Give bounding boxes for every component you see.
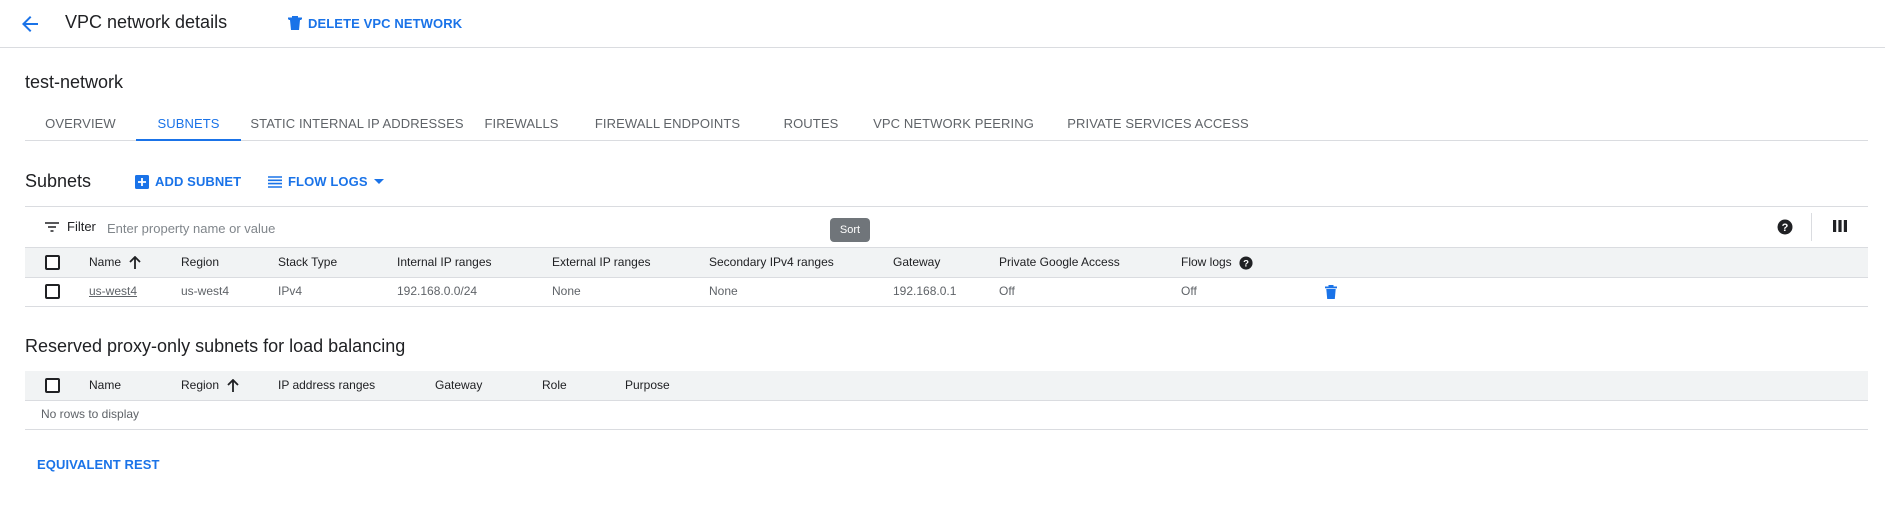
tab-overview[interactable]: OVERVIEW	[25, 108, 136, 141]
add-subnet-label: ADD SUBNET	[155, 174, 242, 189]
subnet-name-link[interactable]: us-west4	[89, 277, 137, 306]
subnet-gateway: 192.168.0.1	[893, 284, 957, 298]
subnet-region: us-west4	[181, 284, 230, 298]
subnet-secondary-ipv4: None	[709, 284, 738, 298]
col-flow-logs-label: Flow logs	[1181, 255, 1232, 269]
col-name-label: Name	[89, 255, 122, 269]
col-gateway-header[interactable]: Gateway	[893, 248, 940, 277]
sort-tooltip: Sort	[830, 218, 870, 242]
col-region-label: Region	[181, 378, 220, 392]
filter-icon	[45, 221, 59, 232]
equivalent-rest-button[interactable]: EQUIVALENT REST	[37, 457, 160, 472]
trash-icon	[288, 15, 302, 31]
tab-private-services-access[interactable]: PRIVATE SERVICES ACCESS	[1050, 108, 1266, 141]
col-name-header[interactable]: Name	[89, 371, 121, 400]
col-region-header[interactable]: Region	[181, 248, 219, 277]
top-header	[0, 0, 1885, 48]
select-all-checkbox[interactable]	[45, 255, 60, 270]
col-role-header[interactable]: Role	[542, 371, 567, 400]
col-region-header[interactable]: Region	[181, 371, 239, 400]
col-name-header[interactable]: Name	[89, 248, 141, 277]
filter-label: Filter	[67, 219, 96, 234]
add-box-icon	[135, 174, 149, 189]
col-private-google-access-header[interactable]: Private Google Access	[999, 248, 1120, 277]
tab-firewall-endpoints[interactable]: FIREWALL ENDPOINTS	[570, 108, 765, 141]
no-rows-message: No rows to display	[41, 407, 140, 421]
help-icon[interactable]: ?	[1239, 255, 1253, 270]
toolbar-divider	[1811, 213, 1812, 241]
tab-subnets[interactable]: SUBNETS	[136, 108, 241, 141]
col-stack-type-header[interactable]: Stack Type	[278, 248, 337, 277]
proxy-table-header: Name Region IP address ranges Gateway Ro…	[25, 371, 1868, 401]
tab-bar: OVERVIEW SUBNETS STATIC INTERNAL IP ADDR…	[25, 108, 1868, 141]
column-display-icon[interactable]	[1833, 219, 1847, 233]
sort-arrow-up-icon	[129, 255, 141, 270]
delete-vpc-network-button[interactable]: DELETE VPC NETWORK	[288, 15, 462, 31]
col-external-ip-header[interactable]: External IP ranges	[552, 248, 651, 277]
tab-static-internal-ip-addresses[interactable]: STATIC INTERNAL IP ADDRESSES	[241, 108, 473, 141]
proxy-subnets-title: Reserved proxy-only subnets for load bal…	[25, 336, 406, 356]
col-gateway-header[interactable]: Gateway	[435, 371, 482, 400]
col-secondary-ipv4-header[interactable]: Secondary IPv4 ranges	[709, 248, 834, 277]
help-icon[interactable]: ?	[1777, 219, 1793, 235]
subnet-flow-logs: Off	[1181, 284, 1197, 298]
subnets-table-header: Name Region Stack Type Internal IP range…	[25, 248, 1868, 278]
tab-firewalls[interactable]: FIREWALLS	[473, 108, 570, 141]
col-purpose-header[interactable]: Purpose	[625, 371, 670, 400]
filter-bar: Filter ?	[25, 206, 1868, 248]
network-name: test-network	[25, 72, 124, 92]
add-subnet-button[interactable]: ADD SUBNET	[135, 174, 241, 189]
sort-arrow-up-icon	[227, 378, 239, 393]
flow-logs-button[interactable]: FLOW LOGS	[268, 174, 384, 189]
page-title: VPC network details	[65, 12, 228, 32]
tab-routes[interactable]: ROUTES	[765, 108, 857, 141]
subnet-external-ip: None	[552, 284, 581, 298]
select-all-checkbox[interactable]	[45, 378, 60, 393]
back-arrow-icon[interactable]	[18, 12, 42, 36]
row-checkbox[interactable]	[45, 284, 60, 299]
col-flow-logs-header[interactable]: Flow logs ?	[1181, 248, 1253, 277]
filter-input[interactable]	[107, 218, 707, 238]
subnet-internal-ip: 192.168.0.0/24	[397, 284, 478, 298]
col-ip-address-ranges-header[interactable]: IP address ranges	[278, 371, 375, 400]
list-lines-icon	[268, 175, 282, 188]
filter-button[interactable]: Filter	[45, 219, 96, 234]
delete-subnet-trash-icon[interactable]	[1325, 285, 1337, 299]
col-internal-ip-header[interactable]: Internal IP ranges	[397, 248, 492, 277]
tab-vpc-network-peering[interactable]: VPC NETWORK PEERING	[857, 108, 1050, 141]
svg-text:?: ?	[1243, 258, 1249, 269]
empty-table-row: No rows to display	[25, 400, 1868, 430]
flow-logs-label: FLOW LOGS	[288, 174, 368, 189]
delete-vpc-network-label: DELETE VPC NETWORK	[308, 15, 463, 31]
subnets-title: Subnets	[25, 171, 92, 191]
subnet-stack-type: IPv4	[278, 284, 303, 298]
table-row: us-west4 us-west4 IPv4 192.168.0.0/24 No…	[25, 277, 1868, 307]
subnet-private-google-access: Off	[999, 284, 1015, 298]
caret-down-icon	[373, 178, 384, 185]
svg-text:?: ?	[1782, 222, 1789, 234]
